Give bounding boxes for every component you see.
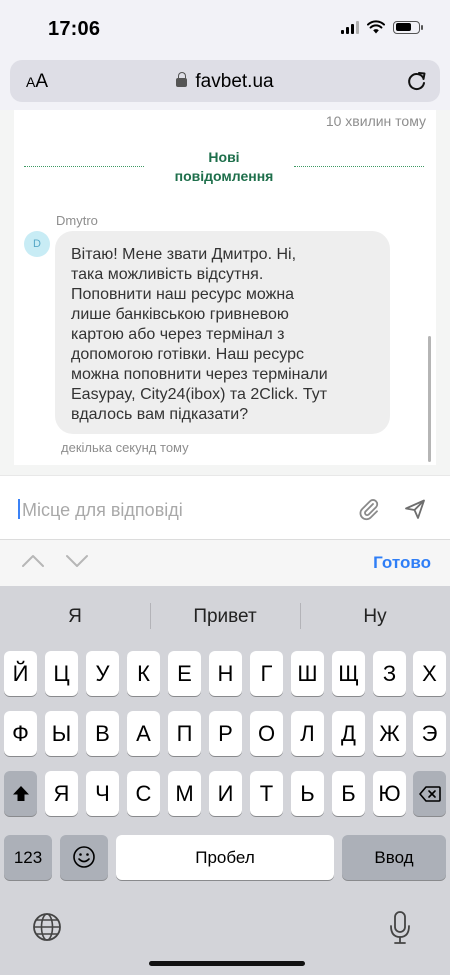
shift-icon — [12, 786, 29, 801]
key[interactable]: А — [127, 711, 160, 756]
key[interactable]: В — [86, 711, 119, 756]
suggestion-3[interactable]: Ну — [300, 606, 450, 628]
key[interactable]: Ф — [4, 711, 37, 756]
chevron-down-icon[interactable] — [66, 554, 88, 568]
status-time: 17:06 — [48, 18, 101, 40]
key[interactable]: Э — [413, 711, 446, 756]
reload-icon[interactable] — [406, 70, 428, 92]
key[interactable]: Х — [413, 651, 446, 696]
address-bar[interactable]: AA favbet.ua — [10, 60, 440, 102]
key[interactable]: К — [127, 651, 160, 696]
divider-left — [24, 166, 144, 167]
chat-area[interactable]: 10 хвилин тому Нові повідомлення Dmytro … — [0, 110, 450, 475]
reply-input[interactable]: Місце для відповіді — [22, 500, 183, 521]
battery-icon — [393, 20, 423, 34]
key[interactable]: И — [209, 771, 242, 816]
key[interactable]: Ю — [373, 771, 406, 816]
suggestion-1[interactable]: Я — [0, 606, 150, 628]
shift-key[interactable] — [4, 771, 37, 816]
key[interactable]: Т — [250, 771, 283, 816]
home-indicator — [149, 961, 305, 966]
suggestion-2[interactable]: Привет — [150, 606, 300, 628]
key[interactable]: С — [127, 771, 160, 816]
chat-panel: 10 хвилин тому Нові повідомлення Dmytro … — [14, 110, 436, 465]
suggestion-bar: Я Привет Ну — [0, 586, 450, 644]
return-key[interactable]: Ввод — [342, 835, 446, 880]
message-time: декілька секунд тому — [61, 440, 189, 455]
reply-bar: Місце для відповіді — [0, 475, 450, 539]
key[interactable]: Р — [209, 711, 242, 756]
emoji-icon — [73, 846, 95, 868]
signal-icon — [341, 20, 359, 34]
chat-scrollbar[interactable] — [428, 336, 431, 462]
url-domain[interactable]: favbet.ua — [10, 71, 440, 93]
key[interactable]: Е — [168, 651, 201, 696]
wifi-icon — [367, 20, 385, 34]
key[interactable]: Ь — [291, 771, 324, 816]
key[interactable]: Ы — [45, 711, 78, 756]
key[interactable]: Л — [291, 711, 324, 756]
sender-name: Dmytro — [56, 213, 98, 228]
numbers-key[interactable]: 123 — [4, 835, 52, 880]
key[interactable]: У — [86, 651, 119, 696]
key[interactable]: Ж — [373, 711, 406, 756]
domain-text: favbet.ua — [195, 71, 274, 92]
key[interactable]: Г — [250, 651, 283, 696]
key[interactable]: П — [168, 711, 201, 756]
previous-message-time: 10 хвилин тому — [325, 113, 426, 129]
avatar: D — [24, 231, 50, 257]
key[interactable]: Ч — [86, 771, 119, 816]
paperclip-icon[interactable] — [358, 497, 380, 521]
chevron-up-icon[interactable] — [22, 554, 44, 568]
emoji-key[interactable] — [60, 835, 108, 880]
divider-right — [294, 166, 424, 167]
key[interactable]: Б — [332, 771, 365, 816]
backspace-key[interactable] — [413, 771, 446, 816]
space-key[interactable]: Пробел — [116, 835, 334, 880]
key[interactable]: О — [250, 711, 283, 756]
globe-icon[interactable] — [32, 912, 62, 942]
key[interactable]: З — [373, 651, 406, 696]
key[interactable]: Ш — [291, 651, 324, 696]
key[interactable]: М — [168, 771, 201, 816]
status-bar: 17:06 — [0, 0, 450, 56]
new-messages-label: Нові повідомлення — [174, 149, 274, 184]
key[interactable]: Щ — [332, 651, 365, 696]
keyboard-accessory-bar: Готово — [0, 539, 450, 586]
key[interactable]: Ц — [45, 651, 78, 696]
done-button[interactable]: Готово — [373, 553, 431, 573]
keyboard: Я Привет Ну Й Ц У К Е Н Г Ш Щ З Х Ф Ы В … — [0, 586, 450, 975]
key[interactable]: Й — [4, 651, 37, 696]
text-cursor — [18, 499, 20, 519]
key[interactable]: Н — [209, 651, 242, 696]
message-bubble: Вітаю! Мене звати Дмитро. Ні, така можли… — [55, 231, 390, 434]
browser-toolbar: AA favbet.ua — [0, 56, 450, 110]
key[interactable]: Я — [45, 771, 78, 816]
backspace-icon — [418, 786, 441, 802]
microphone-icon[interactable] — [389, 911, 411, 945]
send-icon[interactable] — [404, 498, 426, 520]
key[interactable]: Д — [332, 711, 365, 756]
lock-icon — [176, 72, 188, 87]
status-icons — [341, 20, 423, 34]
